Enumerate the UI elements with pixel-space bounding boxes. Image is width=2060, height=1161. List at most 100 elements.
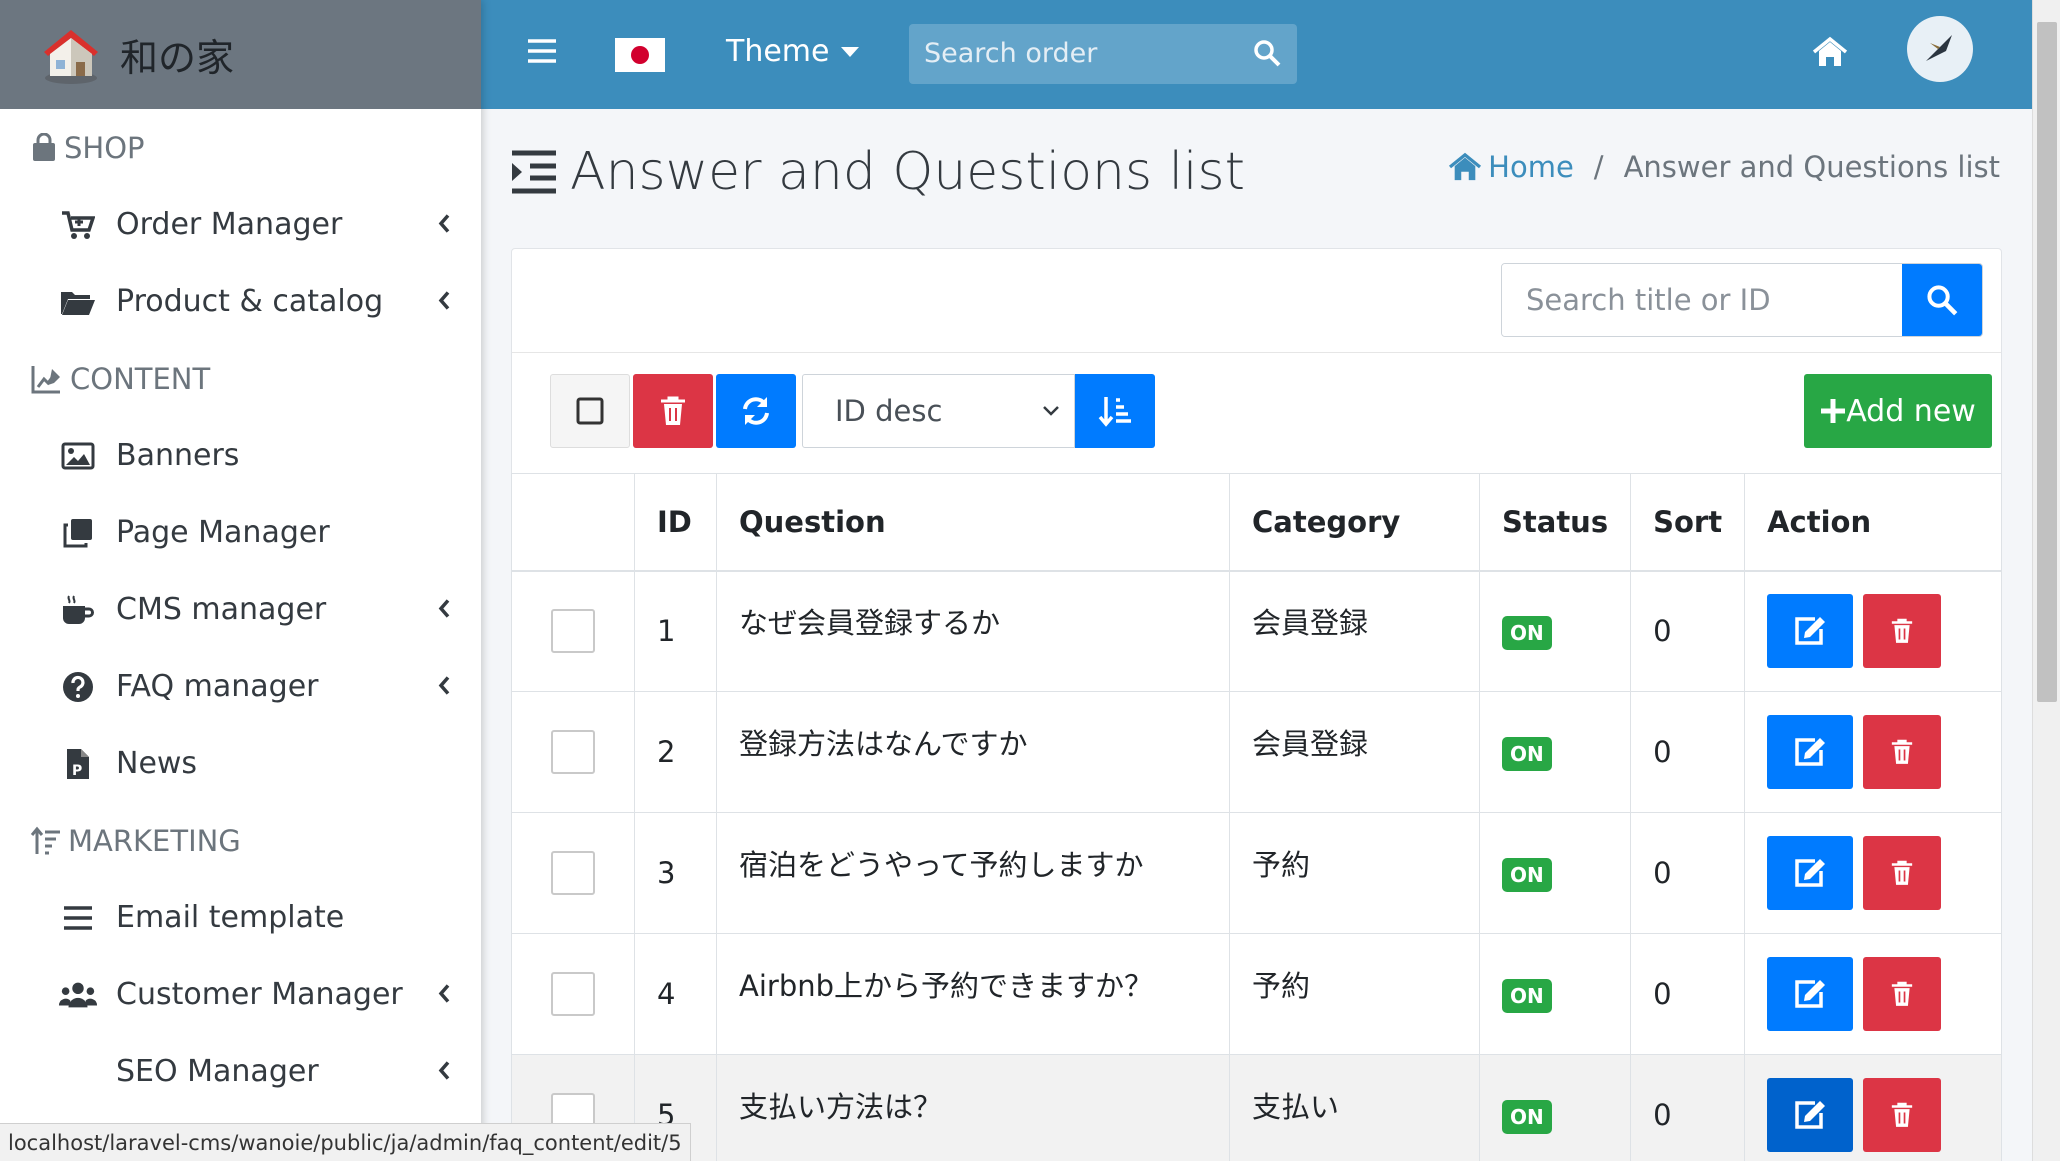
chevron-left-icon xyxy=(437,592,451,627)
sort-apply-button[interactable] xyxy=(1075,374,1155,448)
image-icon xyxy=(58,442,98,470)
row-status-cell: ON xyxy=(1478,1054,1632,1161)
row-id: 2 xyxy=(634,691,717,813)
delete-button[interactable] xyxy=(1863,836,1942,910)
sidebar-item-product-catalog[interactable]: Product & catalog xyxy=(0,263,481,340)
nav-header-marketing: MARKETING xyxy=(0,802,481,879)
breadcrumb-home[interactable]: Home xyxy=(1448,150,1574,184)
brand-name: 和の家 xyxy=(120,36,235,80)
trash-icon xyxy=(661,396,685,425)
delete-button[interactable] xyxy=(1863,715,1942,789)
sort-amount-icon xyxy=(30,826,60,854)
breadcrumb: Home / Answer and Questions list xyxy=(1448,150,2000,184)
table-row: 2 登録方法はなんですか 会員登録 ON 0 xyxy=(511,691,2002,813)
topbar: Theme xyxy=(481,0,2032,109)
chart-edit-icon xyxy=(31,365,60,393)
row-sort: 0 xyxy=(1630,933,1746,1055)
row-question: Airbnb上から予約できますか？ xyxy=(716,933,1230,1055)
search-box xyxy=(1501,263,1983,337)
row-question: 支払い方法は？ xyxy=(716,1054,1230,1161)
select-all-checkbox[interactable] xyxy=(550,374,630,448)
column-header-category[interactable]: Category xyxy=(1229,473,1480,572)
row-question: なぜ会員登録するか xyxy=(716,570,1230,692)
theme-dropdown[interactable]: Theme xyxy=(726,34,860,69)
row-id: 4 xyxy=(634,933,717,1055)
folder-open-icon xyxy=(58,288,98,316)
edit-button[interactable] xyxy=(1767,836,1854,910)
hamburger-icon[interactable] xyxy=(527,38,557,64)
column-header-id[interactable]: ID xyxy=(634,473,717,572)
shopping-bag-icon xyxy=(33,132,55,161)
edit-button[interactable] xyxy=(1767,594,1854,669)
indent-icon xyxy=(512,150,556,194)
bulk-delete-button[interactable] xyxy=(633,374,713,448)
status-badge: ON xyxy=(1502,736,1552,771)
add-new-button[interactable]: Add new xyxy=(1804,374,1992,448)
column-header-sort[interactable]: Sort xyxy=(1630,473,1746,572)
row-select-cell xyxy=(511,691,635,813)
brand[interactable]: 和の家 xyxy=(0,0,481,109)
home-icon[interactable] xyxy=(1812,36,1848,68)
edit-button[interactable] xyxy=(1767,1078,1854,1152)
column-header-question[interactable]: Question xyxy=(716,473,1230,572)
question-circle-icon xyxy=(58,671,98,703)
row-select-cell xyxy=(511,933,635,1055)
row-category: 会員登録 xyxy=(1229,570,1480,692)
edit-icon xyxy=(1795,859,1826,887)
row-checkbox[interactable] xyxy=(551,851,595,895)
edit-button[interactable] xyxy=(1767,715,1854,789)
table-row: 4 Airbnb上から予約できますか？ 予約 ON 0 xyxy=(511,933,2002,1055)
square-icon xyxy=(576,397,604,425)
page-title: Answer and Questions list xyxy=(510,142,1245,202)
status-badge: ON xyxy=(1502,1099,1552,1134)
refresh-button[interactable] xyxy=(716,374,796,448)
breadcrumb-current: Answer and Questions list xyxy=(1623,150,2000,184)
sidebar-item-cms-manager[interactable]: CMS manager xyxy=(0,571,481,648)
row-category: 予約 xyxy=(1229,812,1480,934)
delete-button[interactable] xyxy=(1863,957,1942,1031)
sidebar-item-news[interactable]: P News xyxy=(0,725,481,802)
japan-flag-icon[interactable] xyxy=(615,38,665,72)
sidebar-item-seo-manager[interactable]: SEO Manager xyxy=(0,1033,481,1110)
row-actions xyxy=(1744,570,2002,692)
row-checkbox[interactable] xyxy=(551,972,595,1016)
sidebar-item-page-manager[interactable]: Page Manager xyxy=(0,494,481,571)
row-checkbox[interactable] xyxy=(551,609,595,654)
sidebar-item-order-manager[interactable]: Order Manager xyxy=(0,186,481,263)
row-question: 登録方法はなんですか xyxy=(716,691,1230,813)
sidebar-item-email-template[interactable]: Email template xyxy=(0,879,481,956)
delete-button[interactable] xyxy=(1863,1078,1942,1152)
scrollbar[interactable] xyxy=(2032,0,2060,1161)
home-icon xyxy=(1449,152,1482,181)
scrollbar-thumb[interactable] xyxy=(2037,22,2057,702)
search-button[interactable] xyxy=(1902,264,1982,336)
caret-down-icon xyxy=(841,46,860,57)
sidebar-item-faq-manager[interactable]: FAQ manager xyxy=(0,648,481,725)
search-title-input[interactable] xyxy=(1502,264,1902,336)
edit-icon xyxy=(1795,980,1826,1008)
search-order-input[interactable] xyxy=(924,38,1244,69)
sidebar: 和の家 SHOP Order Manager Product & catalog… xyxy=(0,0,481,1161)
status-badge: ON xyxy=(1502,857,1552,892)
sidebar-item-customer-manager[interactable]: Customer Manager xyxy=(0,956,481,1033)
coffee-icon xyxy=(58,594,98,626)
sidebar-item-banners[interactable]: Banners xyxy=(0,417,481,494)
delete-button[interactable] xyxy=(1863,594,1942,669)
row-checkbox[interactable] xyxy=(551,730,595,774)
column-header-status[interactable]: Status xyxy=(1478,473,1632,572)
edit-icon xyxy=(1795,738,1826,766)
row-category: 支払い xyxy=(1229,1054,1480,1161)
search-icon[interactable] xyxy=(1253,39,1281,71)
row-status-cell: ON xyxy=(1478,933,1632,1055)
toolbar: ID desc xyxy=(550,374,1158,448)
table-row: 5 支払い方法は？ 支払い ON 0 xyxy=(511,1054,2002,1161)
avatar[interactable] xyxy=(1907,16,1973,82)
search-order-box xyxy=(909,24,1297,84)
trash-icon xyxy=(1891,739,1913,764)
edit-button[interactable] xyxy=(1767,957,1854,1031)
row-actions xyxy=(1744,812,2002,934)
row-status-cell: ON xyxy=(1478,570,1632,692)
row-actions xyxy=(1744,933,2002,1055)
row-sort: 0 xyxy=(1630,1054,1746,1161)
sort-select[interactable]: ID desc xyxy=(802,374,1075,448)
